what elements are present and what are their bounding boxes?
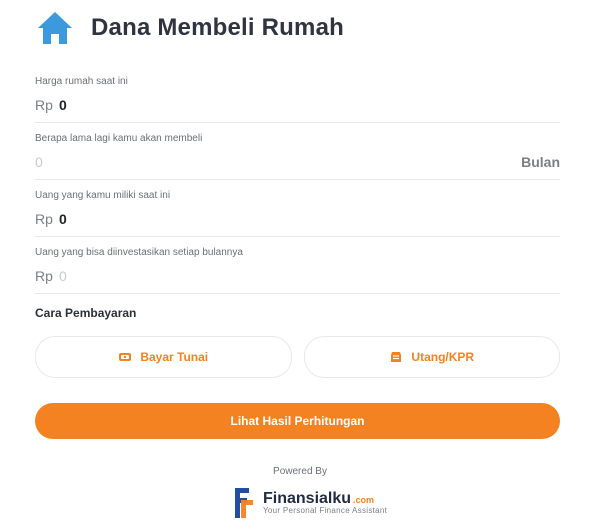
- field-label: Uang yang kamu miliki saat ini: [35, 190, 171, 201]
- currency-prefix: Rp: [35, 268, 53, 284]
- loan-kpr-button[interactable]: Utang/KPR: [303, 336, 560, 378]
- currency-prefix: Rp: [35, 97, 53, 113]
- finansialku-logo: [231, 486, 255, 520]
- field-months-until-purchase: Berapa lama lagi kamu akan membeli 0 Bul…: [35, 133, 560, 180]
- loan-kpr-label: Utang/KPR: [411, 350, 475, 364]
- monthly-investment-value: 0: [59, 268, 67, 284]
- finansialku-brand: Finansialku .com Your Personal Finance As…: [231, 483, 391, 523]
- months-input[interactable]: 0 Bulan: [35, 151, 560, 180]
- field-label: Berapa lama lagi kamu akan membeli: [35, 133, 203, 144]
- months-value: 0: [35, 154, 43, 170]
- powered-by: Powered By: [273, 466, 327, 477]
- pay-cash-label: Bayar Tunai: [140, 350, 209, 364]
- house-price-value: 0: [59, 97, 67, 113]
- pay-cash-button[interactable]: Bayar Tunai: [35, 336, 292, 378]
- field-label: Harga rumah saat ini: [35, 76, 128, 87]
- view-results-button[interactable]: Lihat Hasil Perhitungan: [35, 403, 560, 439]
- payment-options: Bayar Tunai Utang/KPR: [35, 336, 560, 378]
- payment-method-title: Cara Pembayaran: [35, 306, 137, 320]
- current-savings-value: 0: [59, 211, 67, 227]
- brand-name: Finansialku .com: [263, 490, 387, 508]
- house-icon: [35, 8, 75, 48]
- field-label: Uang yang bisa diinvestasikan setiap bul…: [35, 247, 243, 258]
- monthly-investment-input[interactable]: Rp 0: [35, 265, 560, 294]
- brand-name-text: Finansialku: [263, 489, 352, 507]
- brand-tagline: Your Personal Finance Assistant: [263, 506, 388, 516]
- cash-icon: [118, 350, 132, 364]
- months-suffix: Bulan: [521, 154, 560, 170]
- field-monthly-investment: Uang yang bisa diinvestasikan setiap bul…: [35, 247, 560, 294]
- field-current-savings: Uang yang kamu miliki saat ini Rp 0: [35, 190, 560, 237]
- loan-icon: [389, 350, 403, 364]
- house-price-input[interactable]: Rp 0: [35, 94, 560, 123]
- brand-text: Finansialku .com Your Personal Finance As…: [263, 490, 387, 516]
- header: Dana Membeli Rumah: [35, 8, 344, 48]
- page-title: Dana Membeli Rumah: [91, 14, 344, 41]
- brand-tld: .com: [353, 494, 375, 505]
- field-house-price: Harga rumah saat ini Rp 0: [35, 76, 560, 123]
- currency-prefix: Rp: [35, 211, 53, 227]
- current-savings-input[interactable]: Rp 0: [35, 208, 560, 237]
